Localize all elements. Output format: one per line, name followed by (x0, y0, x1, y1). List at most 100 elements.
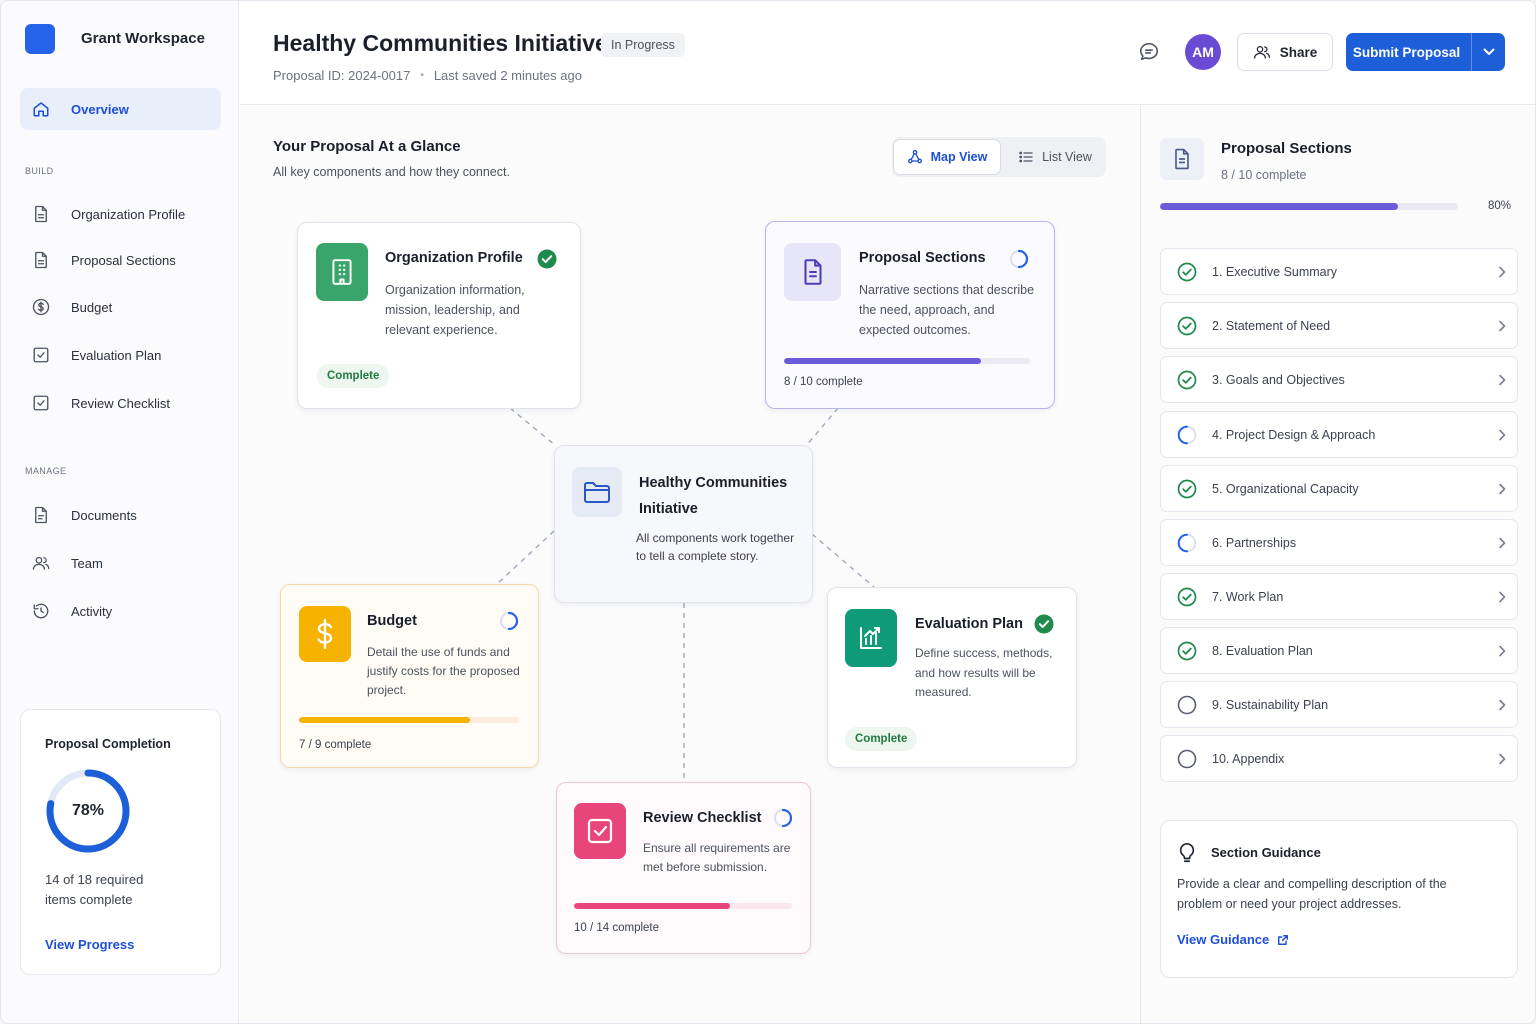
users-icon (1253, 46, 1270, 59)
progress-bar (574, 903, 792, 909)
section-item[interactable]: 1. Executive Summary (1160, 248, 1518, 295)
chevron-right-icon (1487, 374, 1517, 386)
proposal-id: Proposal ID: 2024-0017 (273, 68, 411, 83)
empty-circle-icon (1176, 748, 1197, 769)
organization-profile-card[interactable]: Organization Profile Organization inform… (297, 222, 581, 409)
card-title: Healthy Communities Initiative (639, 475, 788, 517)
chevron-right-icon (1487, 537, 1517, 549)
section-item-label: 10. Appendix (1212, 751, 1285, 766)
section-item[interactable]: 7. Work Plan (1160, 573, 1518, 620)
sidebar-item-organization-profile[interactable]: Organization Profile (20, 193, 221, 235)
chart-growth-icon (845, 609, 897, 667)
sidebar-item-overview[interactable]: Overview (20, 88, 221, 130)
section-item[interactable]: 4. Project Design & Approach (1160, 411, 1518, 458)
section-item-label: 3. Goals and Objectives (1212, 372, 1345, 387)
sidebar-item-team[interactable]: Team (20, 542, 221, 584)
section-item[interactable]: 5. Organizational Capacity (1160, 465, 1518, 512)
home-icon (32, 100, 50, 118)
card-description: All components work together to tell a c… (636, 531, 795, 563)
chevron-down-icon (1483, 48, 1494, 55)
panel-progress-percent: 80% (1488, 200, 1512, 212)
in-progress-icon (1176, 424, 1197, 445)
avatar[interactable]: AM (1185, 34, 1221, 70)
completion-percent: 78% (71, 802, 105, 819)
sidebar-item-budget[interactable]: Budget (20, 286, 221, 328)
sidebar-item-documents[interactable]: Documents (20, 494, 221, 536)
card-title: Proposal Sections (859, 250, 986, 266)
sidebar-item-proposal-sections[interactable]: Proposal Sections (20, 239, 221, 281)
connector-budget (495, 530, 555, 586)
document-icon (32, 205, 50, 223)
sidebar-item-label: Proposal Sections (71, 252, 176, 268)
chat-bubble-icon (1139, 42, 1159, 61)
sidebar-item-review-checklist[interactable]: Review Checklist (20, 382, 221, 424)
section-label-build: BUILD (25, 166, 54, 176)
checkbox-icon (32, 394, 50, 412)
chevron-right-icon (1487, 320, 1517, 332)
section-guidance-card: Section Guidance Provide a clear and com… (1160, 820, 1518, 978)
connector-evaluation (811, 533, 875, 588)
submit-options-dropdown[interactable] (1471, 33, 1505, 71)
external-link-icon (1278, 934, 1289, 945)
card-title: Review Checklist (643, 810, 762, 826)
comments-button[interactable] (1138, 41, 1160, 63)
check-circle-icon (1176, 478, 1197, 499)
evaluation-plan-card[interactable]: Evaluation Plan Define success, methods,… (827, 587, 1077, 768)
section-item[interactable]: 8. Evaluation Plan (1160, 627, 1518, 674)
check-circle-icon (1176, 586, 1197, 607)
section-item-label: 2. Statement of Need (1212, 318, 1331, 333)
check-circle-icon (1176, 640, 1197, 661)
status-badge: Complete (845, 727, 918, 751)
check-circle-icon (1034, 614, 1054, 634)
sidebar-item-evaluation-plan[interactable]: Evaluation Plan (20, 334, 221, 376)
document-icon (32, 251, 50, 269)
review-checklist-card[interactable]: Review Checklist Ensure all requirements… (556, 782, 811, 954)
submit-proposal-button[interactable]: Submit Proposal (1346, 33, 1505, 71)
proposal-map-area: Your Proposal At a Glance All key compon… (240, 106, 1139, 1023)
card-description: Define success, methods, and how results… (915, 646, 1053, 699)
budget-card[interactable]: Budget Detail the use of funds and justi… (280, 584, 539, 768)
proposal-completion-card: Proposal Completion 78% 14 of 18 require… (20, 709, 221, 975)
progress-text: 7 / 9 complete (299, 739, 372, 751)
section-item[interactable]: 3. Goals and Objectives (1160, 356, 1518, 403)
status-badge: Complete (317, 364, 390, 388)
check-circle-icon (1176, 315, 1197, 336)
check-circle-icon (537, 249, 557, 269)
view-guidance-link[interactable]: View Guidance (1177, 932, 1289, 947)
app-logo (25, 24, 55, 54)
progress-text: 8 / 10 complete (784, 376, 863, 388)
sidebar-item-label: Review Checklist (71, 395, 170, 411)
building-icon (316, 243, 368, 301)
dollar-icon (299, 606, 351, 662)
view-progress-link[interactable]: View Progress (45, 937, 134, 952)
guidance-text: Provide a clear and compelling descripti… (1177, 877, 1447, 911)
section-item[interactable]: 2. Statement of Need (1160, 302, 1518, 349)
panel-subtitle: 8 / 10 complete (1221, 168, 1307, 182)
proposal-sections-card[interactable]: Proposal Sections Narrative sections tha… (765, 221, 1055, 409)
sidebar-item-label: Activity (71, 603, 113, 619)
completion-description: 14 of 18 required items complete (45, 872, 144, 907)
section-item-label: 4. Project Design & Approach (1212, 427, 1376, 442)
panel-progress-bar (1160, 203, 1458, 210)
section-label-manage: MANAGE (25, 466, 67, 476)
share-label: Share (1279, 44, 1318, 60)
sidebar-item-label: Organization Profile (71, 206, 186, 222)
sidebar-item-label: Evaluation Plan (71, 347, 162, 363)
section-item[interactable]: 6. Partnerships (1160, 519, 1518, 566)
chevron-right-icon (1487, 753, 1517, 765)
in-progress-icon (774, 808, 793, 828)
section-item-label: 9. Sustainability Plan (1212, 697, 1329, 712)
sidebar-item-activity[interactable]: Activity (20, 590, 221, 632)
sidebar: Grant Workspace Overview BUILD Organizat… (1, 1, 239, 1023)
in-progress-icon (1176, 532, 1197, 553)
project-center-card[interactable]: Healthy Communities Initiative All compo… (554, 445, 813, 603)
section-item-label: 6. Partnerships (1212, 535, 1297, 550)
share-button[interactable]: Share (1237, 33, 1333, 71)
empty-circle-icon (1176, 694, 1197, 715)
section-item[interactable]: 10. Appendix (1160, 735, 1518, 782)
progress-bar (299, 717, 519, 723)
progress-text: 10 / 14 complete (574, 922, 660, 934)
proposal-sections-panel: Proposal Sections 8 / 10 complete 80% 1.… (1140, 106, 1535, 1023)
page-header: Healthy Communities Initiative In Progre… (240, 1, 1535, 105)
section-item[interactable]: 9. Sustainability Plan (1160, 681, 1518, 728)
